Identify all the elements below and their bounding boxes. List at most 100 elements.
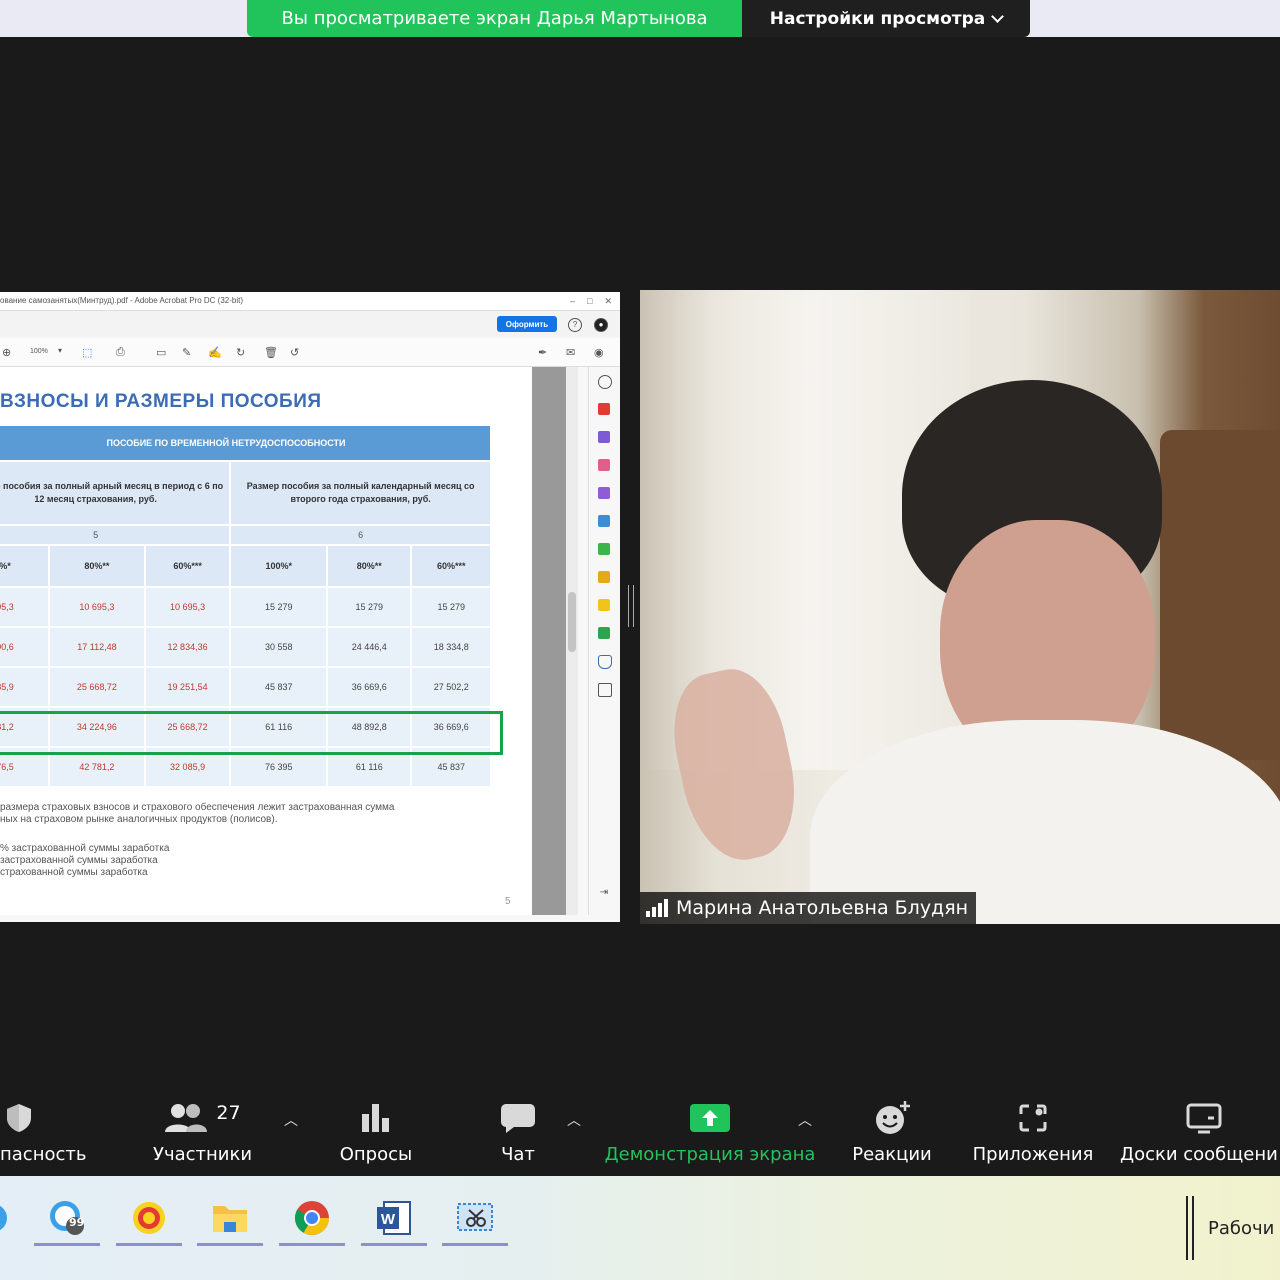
collapse-panel-icon[interactable]: ⇥ [598,887,610,899]
polls-icon [362,1104,389,1132]
reactions-label: Реакции [852,1144,932,1165]
trash-icon[interactable]: 🗑 [264,346,278,359]
sign-tool-icon[interactable]: ✍ [208,346,222,359]
table-cell: 85,9 [0,666,50,708]
edit-pdf-icon[interactable] [598,459,610,471]
acrobat-toolbar: ⊕ 100% ▾ ⬚ ⎙ ▭ ✎ ✍ ↻ 🗑 ↺ ✒ ✉ ◉ [0,338,620,367]
print-icon[interactable]: ⎙ [116,346,125,359]
comment-tool-icon[interactable] [598,599,610,611]
share-options-caret-icon[interactable]: ︿ [798,1110,812,1130]
window-title: ование самозанятых(Минтруд).pdf - Adobe … [0,296,244,305]
print-production-icon[interactable] [598,627,610,639]
taskbar-app-1c[interactable] [116,1190,182,1246]
pct-header: %* [0,544,50,588]
send-signature-icon[interactable] [598,515,610,527]
acrobat-menu-bar: Оформить ? ● [0,311,620,337]
whiteboards-button[interactable]: Доски сообщени [1118,1098,1280,1165]
scroll-thumb[interactable] [568,592,576,652]
zoom-dropdown-icon[interactable]: ▾ [58,346,62,355]
maximize-icon[interactable]: □ [587,292,592,310]
reactions-button[interactable]: Реакции [850,1098,934,1165]
table-cell: 17 112,48 [47,626,146,668]
chevron-down-icon [991,10,1005,23]
active-indicator [34,1243,100,1246]
polls-button[interactable]: Опросы [334,1098,418,1165]
partial-app-icon [0,1205,7,1231]
table-row: 95,3 10 695,3 10 695,3 15 279 15 279 15 … [0,586,492,628]
table-cell: 90,6 [0,626,50,668]
taskbar-app-edge[interactable] [0,1190,26,1246]
chrome-icon [295,1201,329,1235]
zoom-in-icon[interactable]: ⊕ [2,346,11,359]
chat-label: Чат [501,1144,535,1165]
view-options-button[interactable]: Настройки просмотра [742,0,1030,37]
create-pdf-icon[interactable] [598,431,610,443]
screen-share-banner: Вы просматриваете экран Дарья Мартынова … [247,0,1030,37]
table-cell: 30 558 [229,626,329,668]
sign-button[interactable]: Оформить [497,316,557,332]
desktop-toolbar-label[interactable]: Рабочи [1208,1218,1274,1239]
rotate-icon[interactable]: ↻ [236,346,245,359]
more-tools-icon[interactable] [598,683,612,697]
shared-screen[interactable]: ование самозанятых(Минтруд).pdf - Adobe … [0,292,620,922]
share-screen-icon [690,1104,730,1132]
taskbar-app-word[interactable]: W [361,1190,427,1246]
group1-header: Размер пособия за полный арный месяц в п… [0,460,232,526]
close-icon[interactable]: ✕ [604,292,612,310]
mail-icon[interactable]: ✉ [566,346,575,359]
windows-taskbar: 99 W Рабочи [0,1176,1280,1280]
search-zoom-icon[interactable] [598,375,612,389]
participants-button[interactable]: 27 Участники [150,1098,255,1165]
participants-count: 27 [216,1102,241,1124]
pct-header: 60%*** [143,544,232,588]
table-cell: 95,3 [0,586,50,628]
help-icon[interactable]: ? [568,318,582,332]
taskbar-app-chrome[interactable] [279,1190,345,1246]
minimize-icon[interactable]: – [570,292,575,310]
footnote-line: % застрахованной суммы заработка [0,843,170,854]
taskbar-app-snipping[interactable] [442,1190,508,1246]
split-divider[interactable] [628,585,634,627]
fill-sign-icon[interactable]: ✒ [538,346,547,359]
share-screen-button[interactable]: Демонстрация экрана [605,1098,815,1165]
export-pdf-icon[interactable] [598,403,610,415]
select-tool-icon[interactable]: ⬚ [82,346,92,359]
apps-button[interactable]: Приложения [970,1098,1096,1165]
footnote-line: размера страховых взносов и страхового о… [0,802,395,813]
view-options-label: Настройки просмотра [769,8,986,29]
table-cell: 10 695,3 [47,586,146,628]
taskbar-separator [1186,1196,1194,1260]
table-cell: 19 251,54 [143,666,232,708]
pen-icon[interactable]: ✎ [182,346,191,359]
chat-options-caret-icon[interactable]: ︿ [567,1110,581,1130]
security-button[interactable]: пасность [0,1098,86,1165]
fill-sign-tool-icon[interactable] [598,487,610,499]
zoom-level[interactable]: 100% [30,348,48,355]
participants-options-caret-icon[interactable]: ︿ [284,1110,298,1130]
table-cell: 15 279 [410,586,492,628]
page-title: ВЗНОСЫ И РАЗМЕРЫ ПОСОБИЯ [0,391,322,412]
active-indicator [116,1243,182,1246]
pct-header: 60%*** [410,544,492,588]
table-cell: 25 668,72 [47,666,146,708]
organize-pages-icon[interactable] [598,543,610,555]
share-user-icon[interactable]: ◉ [594,346,604,359]
pdf-page[interactable]: ВЗНОСЫ И РАЗМЕРЫ ПОСОБИЯ ПОСОБИЕ ПО ВРЕМ… [0,367,532,915]
table-cell: 18 334,8 [410,626,492,668]
footnote-line: ных на страховом рынке аналогичных проду… [0,814,278,825]
group1-number: 5 [0,524,232,546]
participant-video[interactable]: Марина Анатольевна Блудян [640,290,1280,924]
taskbar-app-explorer[interactable] [197,1190,263,1246]
table-cell: 24 446,4 [326,626,413,668]
combine-files-icon[interactable] [598,571,610,583]
snipping-tool-icon [457,1203,493,1231]
taskbar-app-messenger[interactable]: 99 [34,1190,100,1246]
protect-icon[interactable] [598,655,612,669]
chat-button[interactable]: Чат [490,1098,546,1165]
undo-icon[interactable]: ↺ [290,346,299,359]
svg-text:W: W [381,1211,396,1228]
viewing-screen-text: Вы просматриваете экран Дарья Мартынова [247,0,742,37]
comment-icon[interactable]: ▭ [156,346,166,359]
table-cell: 15 279 [229,586,329,628]
account-icon[interactable]: ● [594,318,608,332]
